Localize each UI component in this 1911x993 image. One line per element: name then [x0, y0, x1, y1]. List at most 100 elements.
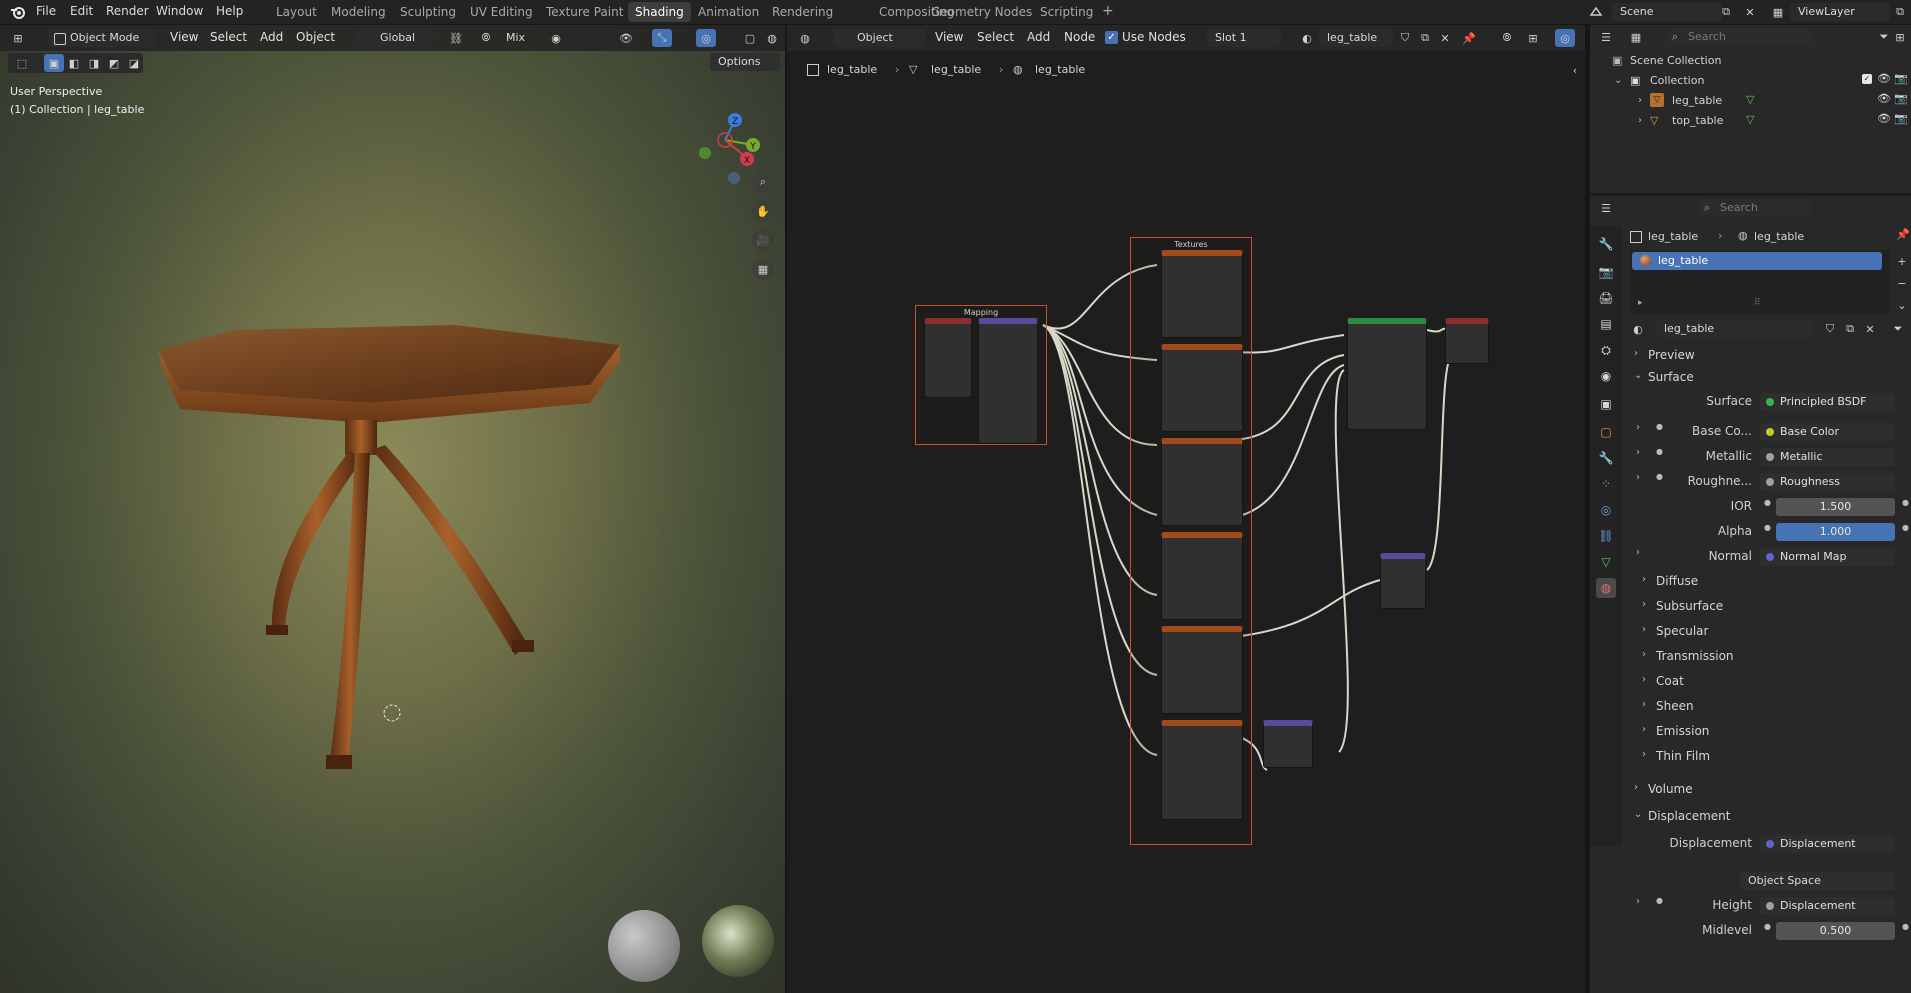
object-tab-icon[interactable]: ▢ [1596, 422, 1616, 442]
tool-tab-icon[interactable]: 🔧 [1596, 234, 1616, 254]
menu-window[interactable]: Window [156, 4, 203, 18]
blender-logo-icon[interactable] [10, 4, 26, 20]
scene-name-field[interactable]: Scene [1612, 3, 1722, 21]
fake-user-icon[interactable]: ⛉ [1820, 320, 1840, 338]
ior-value-field[interactable]: 1.500 [1776, 498, 1895, 516]
exclude-checkbox[interactable]: ✓ [1862, 74, 1872, 84]
properties-editor-type-icon[interactable]: ☰ [1596, 199, 1616, 217]
display-mode-icon[interactable]: ▦ [1626, 28, 1646, 46]
collapse-chevron-icon[interactable]: ⌄ [1614, 75, 1622, 86]
tab-scripting[interactable]: Scripting [1034, 4, 1099, 20]
expand-chevron-icon[interactable]: › [1642, 599, 1646, 610]
expand-chevron-icon[interactable]: › [1642, 574, 1646, 585]
keyframe-dot-icon[interactable]: ● [1902, 922, 1909, 931]
navigation-gizmo[interactable]: Z Y X [690, 85, 770, 185]
surface-panel-header[interactable]: Surface [1648, 370, 1694, 384]
new-scene-icon[interactable]: ⧉ [1716, 3, 1736, 21]
add-workspace-button[interactable]: + [1096, 2, 1120, 20]
expand-chevron-icon[interactable]: › [1642, 649, 1646, 660]
add-slot-icon[interactable]: + [1892, 252, 1911, 270]
displacement-texture-node[interactable] [1161, 626, 1243, 714]
tab-uv-editing[interactable]: UV Editing [464, 4, 539, 20]
browse-material-icon[interactable]: ◐ [1628, 320, 1648, 338]
select-invert-icon[interactable]: ◩ [104, 54, 124, 72]
visibility-eye-icon[interactable]: 👁 [1877, 112, 1891, 125]
proportional-edit-icon[interactable]: ◉ [546, 29, 566, 47]
mapping-node[interactable] [978, 318, 1038, 444]
viewport-menu-select[interactable]: Select [210, 30, 247, 44]
coat-subpanel[interactable]: Coat [1656, 674, 1684, 688]
pivot-point-icon[interactable]: ⛓ [446, 29, 466, 47]
remove-slot-icon[interactable]: − [1892, 274, 1911, 292]
mesh-data-icon[interactable]: ▽ [1746, 113, 1754, 126]
transform-orientation-dropdown[interactable]: Global [356, 29, 434, 47]
expand-chevron-icon[interactable]: › [1638, 115, 1642, 126]
data-tab-icon[interactable]: ▽ [1596, 552, 1616, 572]
visibility-icon[interactable]: 👁 [616, 29, 636, 47]
normal-texture-node[interactable] [1161, 720, 1243, 820]
viewport-menu-view[interactable]: View [170, 30, 198, 44]
collection-label[interactable]: Collection [1650, 74, 1704, 87]
material-tab-icon[interactable]: ◍ [1596, 578, 1616, 598]
xray-icon[interactable]: ▢ [740, 29, 760, 47]
roughness-field[interactable]: Roughness [1760, 473, 1895, 491]
height-field[interactable]: Displacement [1760, 897, 1895, 915]
base-color-field[interactable]: Base Color [1760, 423, 1895, 441]
displacement-field[interactable]: Displacement [1760, 835, 1895, 853]
outliner-object-top-table[interactable]: top_table [1672, 114, 1723, 127]
outliner-editor-type-icon[interactable]: ☰ [1596, 28, 1616, 46]
volume-panel-header[interactable]: Volume [1648, 782, 1693, 796]
pan-hand-icon[interactable]: ✋ [752, 200, 774, 222]
midlevel-value-field[interactable]: 0.500 [1776, 922, 1895, 940]
keyframe-dot-icon[interactable]: ● [1902, 498, 1909, 507]
tab-geometry-nodes[interactable]: Geometry Nodes [925, 4, 1038, 20]
menu-help[interactable]: Help [216, 4, 243, 18]
menu-file[interactable]: File [36, 4, 56, 18]
tab-layout[interactable]: Layout [270, 4, 323, 20]
material-output-node[interactable] [1445, 318, 1489, 364]
metallic-field[interactable]: Metallic [1760, 448, 1895, 466]
collection-tab-icon[interactable]: ▣ [1596, 394, 1616, 414]
select-intersect-icon[interactable]: ◪ [124, 54, 144, 72]
tab-texture-paint[interactable]: Texture Paint [540, 4, 629, 20]
diffuse-subpanel[interactable]: Diffuse [1656, 574, 1698, 588]
subsurface-subpanel[interactable]: Subsurface [1656, 599, 1723, 613]
menu-render[interactable]: Render [106, 4, 149, 18]
camera-view-icon[interactable]: 🎥 [752, 229, 774, 251]
wireframe-shading-icon[interactable]: ◍ [762, 29, 782, 47]
tab-animation[interactable]: Animation [692, 4, 765, 20]
alpha-value-field[interactable]: 1.000 [1776, 523, 1895, 541]
delete-scene-icon[interactable]: ✕ [1740, 3, 1760, 21]
outliner[interactable]: ☰ ▦ Search ⌕ ⏷ ⊞ ▣ Scene Collection ⌄ ▣ … [1590, 25, 1911, 193]
outliner-object-leg-table[interactable]: leg_table [1672, 94, 1722, 107]
gizmo-toggle-icon[interactable]: ⤡ [652, 29, 672, 47]
properties-search-input[interactable]: Search [1698, 199, 1810, 217]
particles-tab-icon[interactable]: ⁘ [1596, 474, 1616, 494]
list-expand-icon[interactable]: ▸ [1638, 298, 1643, 308]
view-layer-field[interactable]: ViewLayer [1790, 3, 1890, 21]
expand-chevron-icon[interactable]: › [1638, 95, 1642, 106]
expand-chevron-icon[interactable]: › [1642, 699, 1646, 710]
3d-viewport[interactable]: ⊞ Object Mode View Select Add Object Glo… [0, 25, 785, 993]
normal-field[interactable]: Normal Map [1760, 548, 1895, 566]
scene-tab-icon[interactable]: ⛭ [1596, 340, 1616, 360]
sheen-subpanel[interactable]: Sheen [1656, 699, 1694, 713]
snap-mix-dropdown[interactable]: Mix [498, 29, 540, 47]
pin-icon[interactable]: 📌 [1896, 228, 1910, 241]
ortho-grid-icon[interactable]: ▦ [752, 258, 774, 280]
preview-panel-header[interactable]: Preview [1648, 348, 1695, 362]
modifier-tab-icon[interactable]: 🔧 [1596, 448, 1616, 468]
link-type-icon[interactable]: ⏷ [1888, 320, 1908, 338]
thin-film-subpanel[interactable]: Thin Film [1656, 749, 1710, 763]
preview-chevron-icon[interactable]: › [1634, 348, 1638, 359]
tab-modeling[interactable]: Modeling [325, 4, 392, 20]
displacement-space-dropdown[interactable]: Object Space [1740, 872, 1895, 890]
select-subtract-icon[interactable]: ◨ [84, 54, 104, 72]
expand-chevron-icon[interactable]: › [1642, 749, 1646, 760]
render-camera-icon[interactable]: 📷 [1894, 92, 1908, 105]
scene-collection-label[interactable]: Scene Collection [1630, 54, 1721, 67]
select-box-tool-icon[interactable]: ⬚ [12, 54, 32, 72]
render-tab-icon[interactable]: 📷 [1596, 262, 1616, 282]
transmission-subpanel[interactable]: Transmission [1656, 649, 1734, 663]
render-camera-icon[interactable]: 📷 [1894, 112, 1908, 125]
